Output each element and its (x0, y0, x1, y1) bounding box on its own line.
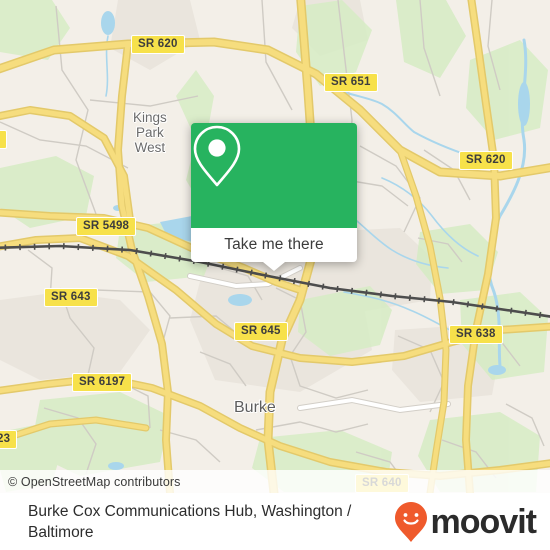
road-shield-sr-643: SR 643 (44, 288, 98, 307)
road-shield-edge-upper-left: 8 (0, 130, 7, 149)
popup-header (191, 123, 357, 228)
road-shield-sr-5498: SR 5498 (76, 217, 137, 236)
osm-attribution-text[interactable]: © OpenStreetMap contributors (0, 475, 181, 489)
place-label-burke: Burke (234, 399, 276, 416)
moovit-wordmark: moovit (430, 502, 537, 541)
map-screenshot: SR 620 SR 651 SR 620 SR 5498 SR 643 SR 645 SR … (0, 0, 550, 550)
road-shield-23-edge: 23 (0, 430, 18, 449)
map-canvas[interactable]: SR 620 SR 651 SR 620 SR 5498 SR 643 SR 645 SR … (0, 0, 550, 493)
location-popup-card[interactable]: Take me there (191, 123, 357, 271)
popup-footer[interactable]: Take me there (191, 228, 357, 271)
road-shield-sr-620-east: SR 620 (459, 151, 513, 170)
osm-attribution-bar: © OpenStreetMap contributors (0, 470, 550, 493)
map-pin-icon (193, 125, 241, 187)
moovit-pin-smile-icon (394, 501, 427, 542)
location-title: Burke Cox Communications Hub, Washington… (28, 502, 352, 541)
place-label-kings-park-west: Kings Park West (133, 110, 167, 155)
popup-pointer-tail (263, 262, 285, 271)
road-shield-sr-651: SR 651 (324, 73, 378, 92)
road-shield-sr-620-north: SR 620 (131, 35, 185, 54)
road-shield-sr-645: SR 645 (234, 322, 288, 341)
road-shield-sr-638: SR 638 (449, 325, 503, 344)
moovit-brand[interactable]: moovit (394, 501, 537, 543)
bottom-info-bar: Burke Cox Communications Hub, Washington… (0, 493, 550, 550)
road-shield-sr-6197: SR 6197 (72, 373, 133, 392)
take-me-there-button[interactable]: Take me there (224, 236, 324, 254)
